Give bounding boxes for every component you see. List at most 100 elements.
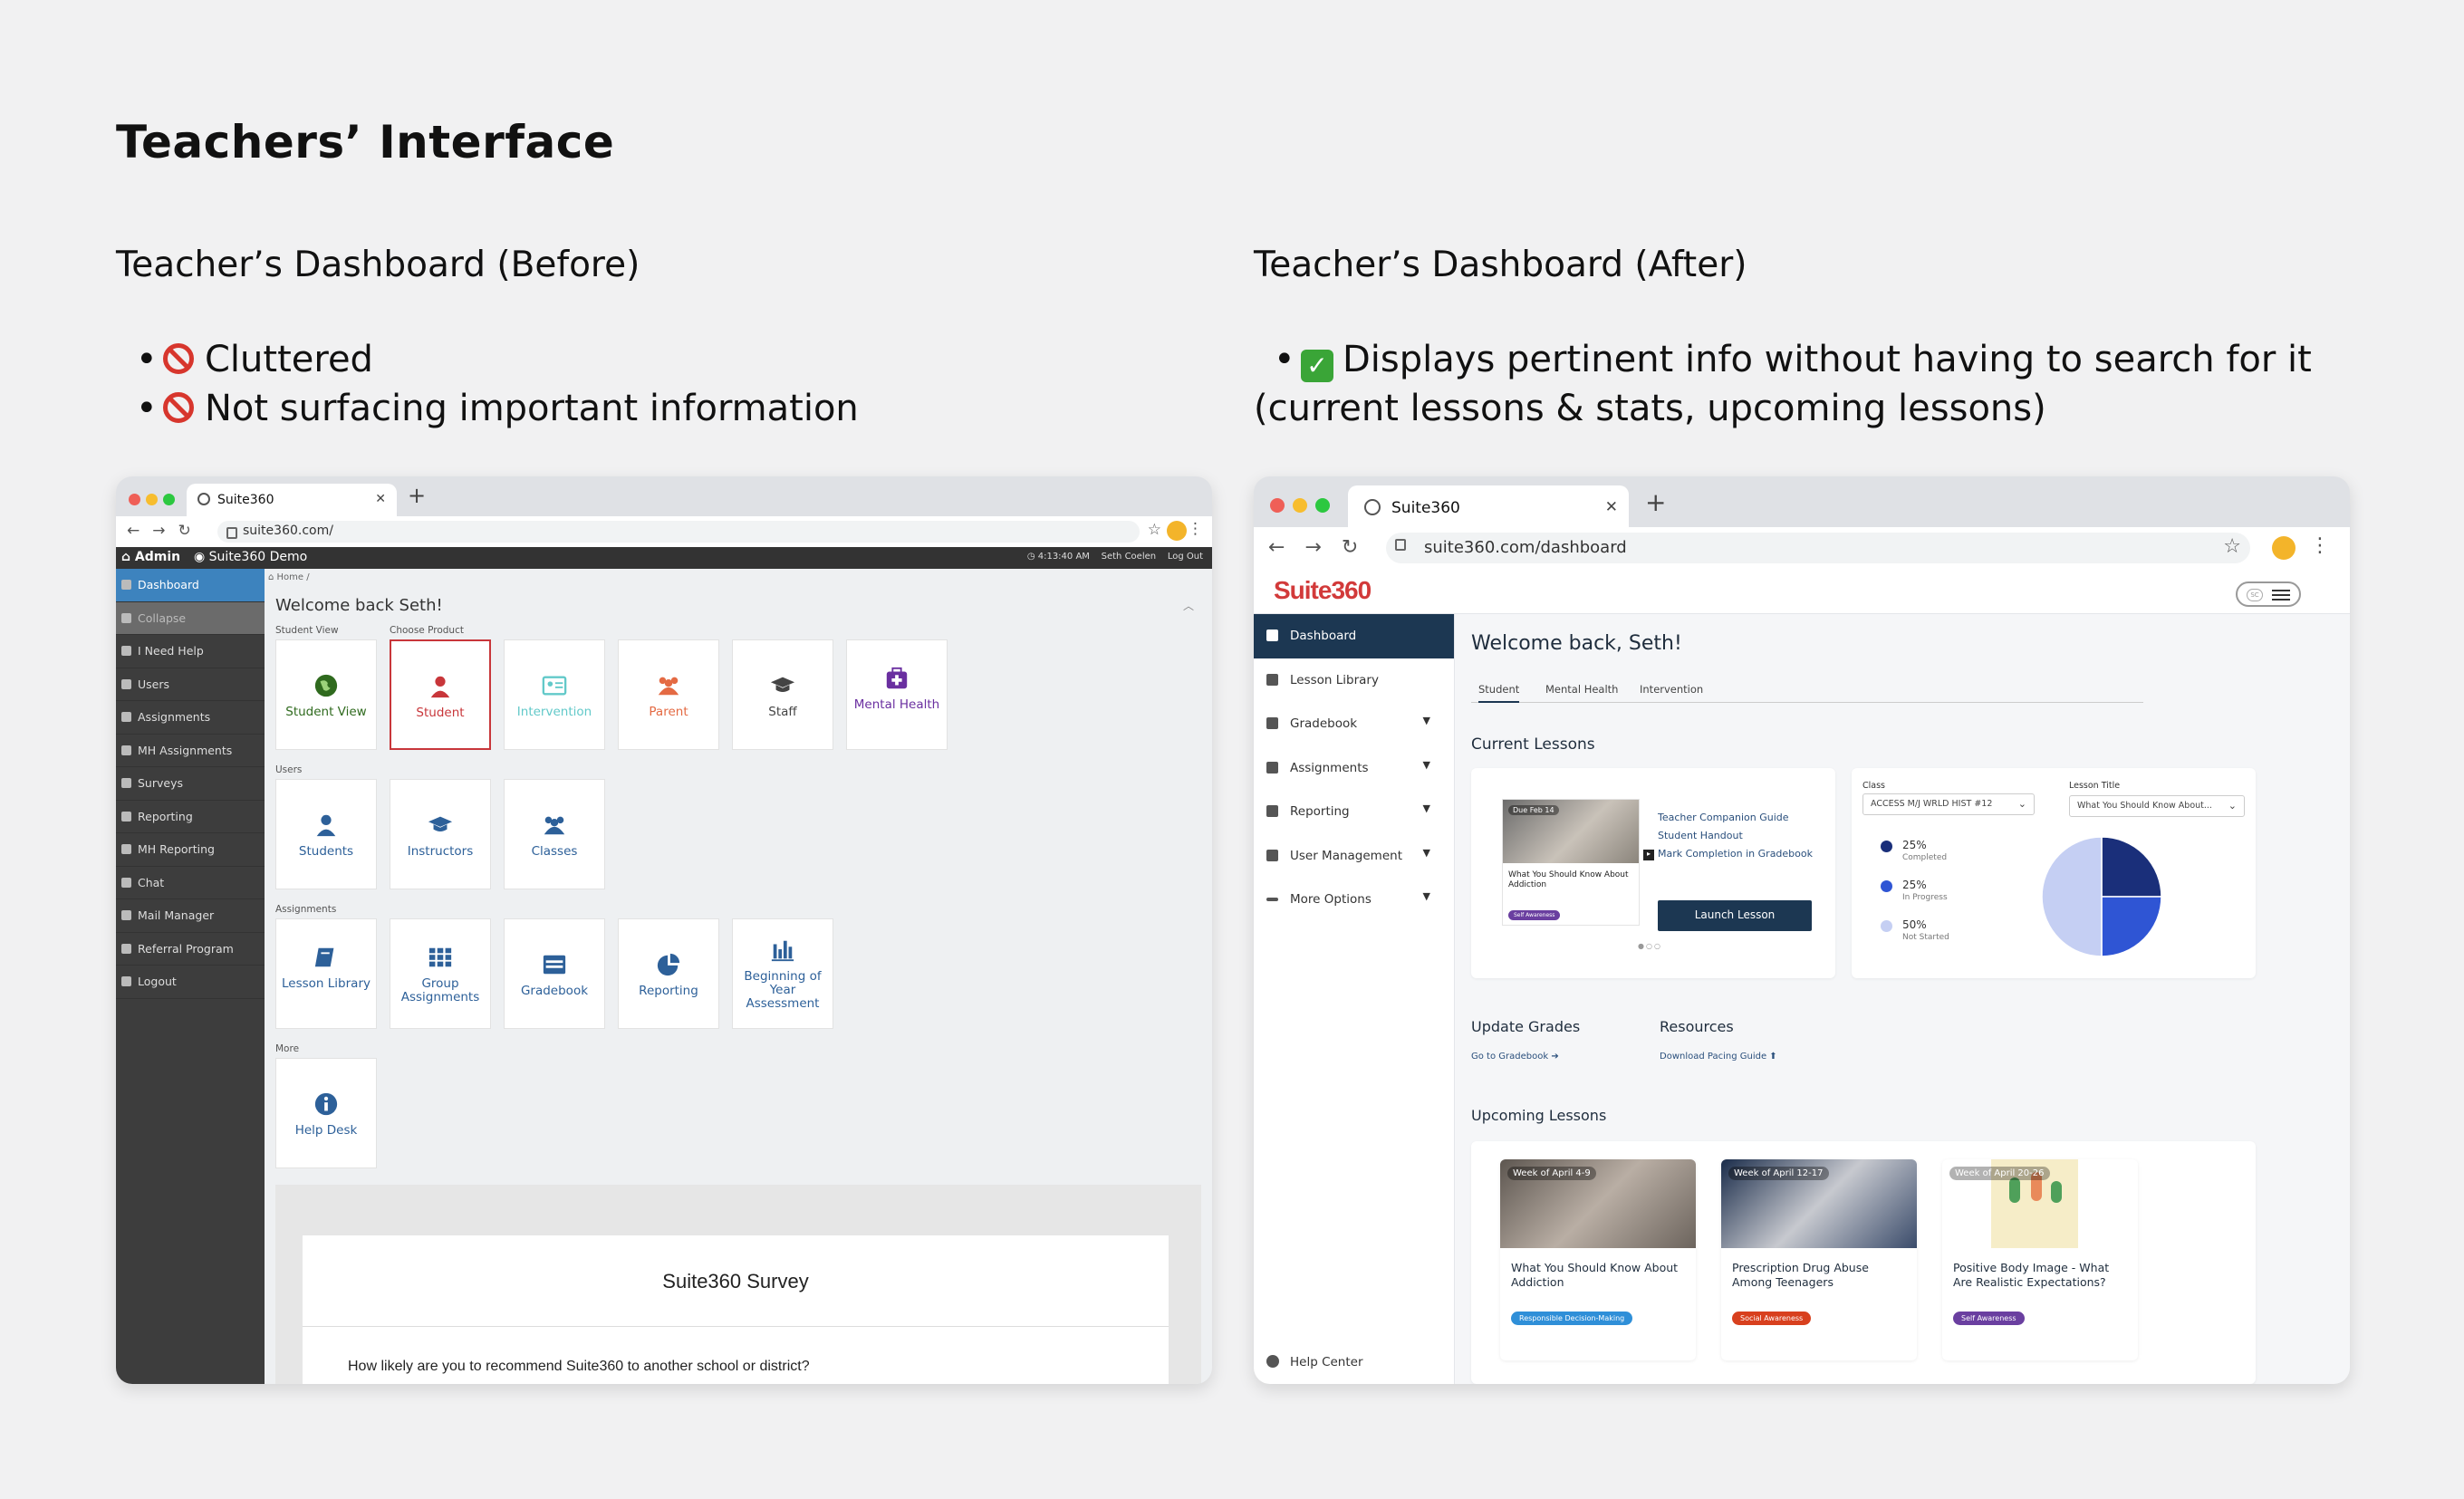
user-icon — [430, 676, 450, 698]
table-icon — [543, 955, 566, 975]
menu-button[interactable]: SC — [2236, 581, 2301, 607]
new-tab-icon[interactable]: + — [1645, 487, 1666, 517]
sidebar-item-mh-assignments[interactable]: MH Assignments — [116, 735, 265, 767]
tile-student[interactable]: Student — [390, 639, 491, 750]
tile-student-view[interactable]: Student View — [275, 639, 377, 750]
upcoming-lesson-card[interactable]: Week of April 12-17 Prescription Drug Ab… — [1721, 1159, 1917, 1360]
sidebar-item-assignments[interactable]: Assignments — [116, 701, 265, 735]
after-sidebar: Dashboard Lesson Library Gradebook ▼ Assi… — [1254, 614, 1455, 1384]
sidebar-item-more-options[interactable]: More Options ▼ — [1254, 878, 1454, 922]
teacher-guide-link[interactable]: Teacher Companion Guide — [1658, 812, 1789, 823]
bar-chart-icon — [1266, 805, 1278, 817]
close-icon[interactable]: ✕ — [1605, 498, 1618, 516]
tile-help-desk[interactable]: Help Desk — [275, 1058, 377, 1168]
more-icon[interactable]: ⋮ — [2310, 534, 2330, 557]
upcoming-lesson-card[interactable]: Week of April 4-9 What You Should Know A… — [1500, 1159, 1696, 1360]
tile-students[interactable]: Students — [275, 779, 377, 889]
bullet-item: ✓Displays pertinent info without having … — [1254, 335, 2312, 433]
tile-staff[interactable]: Staff — [732, 639, 833, 750]
tile-gradebook[interactable]: Gradebook — [504, 918, 605, 1029]
user-icon — [316, 814, 336, 837]
star-icon[interactable]: ☆ — [1148, 521, 1161, 539]
avatar[interactable] — [1167, 521, 1187, 541]
close-icon[interactable]: ✕ — [375, 492, 386, 506]
sidebar-item-users[interactable]: Users — [116, 668, 265, 701]
next-icon[interactable]: ▸ — [1643, 850, 1654, 860]
lesson-select[interactable]: What You Should Know About... ⌄ — [2069, 795, 2245, 817]
caret-down-icon[interactable]: ▼ — [1423, 715, 1430, 726]
lesson-title: Positive Body Image - What Are Realistic… — [1953, 1261, 2110, 1289]
mark-completion-link[interactable]: Mark Completion in Gradebook — [1658, 848, 1813, 860]
globe-icon — [197, 493, 210, 505]
student-handout-link[interactable]: Student Handout — [1658, 830, 1743, 841]
breadcrumb[interactable]: ⌂ Home / — [268, 572, 310, 582]
tab-mental-health[interactable]: Mental Health — [1545, 683, 1618, 696]
admin-label[interactable]: ⌂ Admin — [121, 550, 180, 564]
class-select[interactable]: ACCESS M/J WRLD HIST #12 ⌄ — [1862, 793, 2035, 815]
sidebar-item-help[interactable]: I Need Help — [116, 635, 265, 668]
sidebar-item-surveys[interactable]: Surveys — [116, 767, 265, 801]
carousel-dots[interactable]: ●○○ — [1638, 942, 1662, 950]
legend-swatch — [1881, 841, 1892, 852]
tab-student[interactable]: Student — [1478, 683, 1520, 703]
home-icon — [1266, 629, 1278, 641]
nav-buttons[interactable]: ←→↻ — [127, 522, 204, 540]
tile-intervention[interactable]: Intervention — [504, 639, 605, 750]
suite360-logo[interactable]: Suite360 — [1274, 576, 1372, 605]
chevron-up-icon[interactable]: ︿ — [1183, 598, 1194, 613]
address-bar: ←→↻ suite360.com/ ☆ ⋮ — [116, 516, 1212, 547]
caret-down-icon[interactable]: ▼ — [1423, 890, 1430, 902]
sidebar-item-lesson-library[interactable]: Lesson Library — [1254, 658, 1454, 703]
sidebar-item-user-management[interactable]: User Management ▼ — [1254, 834, 1454, 879]
sidebar-item-mail-manager[interactable]: Mail Manager — [116, 899, 265, 933]
avatar[interactable] — [2272, 536, 2296, 560]
demo-label[interactable]: ◉ Suite360 Demo — [194, 550, 307, 564]
caret-down-icon[interactable]: ▼ — [1423, 759, 1430, 771]
sidebar-item-reporting[interactable]: Reporting — [116, 801, 265, 833]
star-icon[interactable]: ☆ — [2223, 535, 2241, 558]
sidebar-item-dashboard[interactable]: Dashboard — [116, 569, 265, 602]
tile-classes[interactable]: Classes — [504, 779, 605, 889]
download-pacing-guide-link[interactable]: Download Pacing Guide ⬆ — [1660, 1052, 1777, 1062]
sidebar-item-gradebook[interactable]: Gradebook ▼ — [1254, 702, 1454, 746]
sidebar-item-chat[interactable]: Chat — [116, 867, 265, 899]
tab-intervention[interactable]: Intervention — [1640, 683, 1703, 696]
tile-mental-health[interactable]: Mental Health — [846, 639, 948, 750]
nav-buttons[interactable]: ←→↻ — [1268, 536, 1378, 559]
url-input[interactable]: suite360.com/ — [217, 521, 1140, 543]
go-to-gradebook-link[interactable]: Go to Gradebook ➔ — [1471, 1052, 1559, 1062]
tile-lesson-library[interactable]: Lesson Library — [275, 918, 377, 1029]
book-icon — [314, 947, 334, 967]
browser-tab[interactable]: Suite360 ✕ — [1348, 485, 1629, 527]
tile-group-assignments[interactable]: Group Assignments — [390, 918, 491, 1029]
caret-down-icon[interactable]: ▼ — [1423, 847, 1430, 859]
sidebar-item-reporting[interactable]: Reporting ▼ — [1254, 790, 1454, 834]
tile-boy-assessment[interactable]: Beginning of Year Assessment — [732, 918, 833, 1029]
help-center-link[interactable]: Help Center — [1266, 1355, 1363, 1369]
browser-tab[interactable]: Suite360 ✕ — [187, 484, 397, 516]
current-lesson-card: Due Feb 14 What You Should Know About Ad… — [1471, 768, 1835, 978]
sidebar-item-mh-reporting[interactable]: MH Reporting — [116, 833, 265, 867]
url-input[interactable]: suite360.com/dashboard — [1386, 533, 2250, 563]
sidebar-item-dashboard[interactable]: Dashboard — [1254, 614, 1454, 658]
sidebar-item-logout[interactable]: Logout — [116, 966, 265, 999]
tile-parent[interactable]: Parent — [618, 639, 719, 750]
sidebar-item-collapse[interactable]: Collapse — [116, 601, 265, 635]
caret-down-icon[interactable]: ▼ — [1423, 802, 1430, 814]
tile-reporting[interactable]: Reporting — [618, 918, 719, 1029]
window-controls[interactable] — [1270, 498, 1335, 516]
legend-swatch — [1881, 880, 1892, 892]
before-browser-window: Suite360 ✕ + ←→↻ suite360.com/ ☆ ⋮ ⌂ Admi… — [116, 476, 1212, 1384]
legend-not-started: 50% Not Started — [1881, 918, 1949, 942]
window-controls[interactable] — [129, 492, 180, 509]
upcoming-lesson-card[interactable]: Week of April 20-26 Positive Body Image … — [1942, 1159, 2138, 1360]
new-tab-icon[interactable]: + — [408, 483, 426, 508]
lesson-thumbnail[interactable]: Due Feb 14 What You Should Know About Ad… — [1502, 799, 1640, 926]
sidebar-item-assignments[interactable]: Assignments ▼ — [1254, 746, 1454, 791]
launch-lesson-button[interactable]: Launch Lesson — [1658, 900, 1812, 931]
more-icon[interactable]: ⋮ — [1188, 520, 1203, 538]
dashboard-tabs: Student Mental Health Intervention — [1471, 679, 2143, 703]
after-heading: Teacher’s Dashboard (After) — [1254, 245, 1747, 285]
tile-instructors[interactable]: Instructors — [390, 779, 491, 889]
sidebar-item-referral[interactable]: Referral Program — [116, 933, 265, 966]
